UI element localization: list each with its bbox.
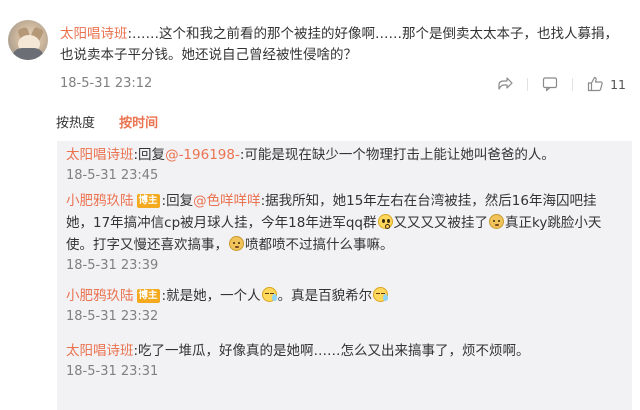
- username-link[interactable]: 太阳唱诗班: [60, 26, 128, 42]
- username-link[interactable]: 太阳唱诗班: [66, 147, 134, 163]
- avatar[interactable]: [8, 20, 48, 60]
- reply-item: 小肥鸦玖陆 博主:回复@色咩咩咩:据我所知，她15年左右在台湾被挂，然后16年海囚…: [66, 190, 621, 276]
- mention-link[interactable]: @-196198-: [165, 147, 240, 163]
- reply-text: 小肥鸦玖陆 博主:就是她，一个人 。真是百貌希尔: [66, 285, 621, 307]
- blogger-badge: 博主: [136, 289, 160, 303]
- username-link[interactable]: 小肥鸦玖陆: [66, 193, 134, 209]
- sort-by-hot[interactable]: 按热度: [56, 116, 95, 131]
- username-link[interactable]: 太阳唱诗班: [66, 343, 134, 359]
- comment-icon[interactable]: [539, 74, 561, 94]
- reply-word: :回复: [133, 147, 166, 163]
- reply-body: :可能是现在缺少一个物理打击上能让她叫爸爸的人。: [239, 147, 555, 163]
- doubt-emoji: [377, 214, 393, 229]
- main-comment: 太阳唱诗班:……这个和我之前看的那个被挂的好像啊……那个是倒卖太太本子，也找人募…: [8, 14, 632, 98]
- share-icon[interactable]: [494, 74, 516, 94]
- sort-by-time[interactable]: 按时间: [119, 116, 158, 131]
- reply-body: 又又又又被挂了: [393, 215, 489, 231]
- reply-body: 。真是百貌希尔: [277, 288, 373, 304]
- sort-tabs: 按热度 按时间: [56, 112, 178, 131]
- doge-emoji: [489, 214, 504, 229]
- timestamp: 18-5-31 23:12: [60, 76, 153, 91]
- timestamp: 18-5-31 23:39: [66, 258, 159, 273]
- blogger-badge: 博主: [136, 194, 160, 208]
- reply-text: 太阳唱诗班:吃了一堆瓜，好像真的是她啊……怎么又出来搞事了，烦不烦啊。: [66, 340, 621, 362]
- reply-list: 太阳唱诗班:回复@-196198-:可能是现在缺少一个物理打击上能让她叫爸爸的人…: [57, 141, 632, 410]
- reply-item: 太阳唱诗班:吃了一堆瓜，好像真的是她啊……怎么又出来搞事了，烦不烦啊。 18-5…: [66, 340, 621, 382]
- reply-text: 太阳唱诗班:回复@-196198-:可能是现在缺少一个物理打击上能让她叫爸爸的人…: [66, 144, 621, 166]
- mention-link[interactable]: @色咩咩咩: [193, 193, 261, 209]
- sleepy-emoji: [373, 287, 389, 302]
- doge-emoji: [229, 236, 244, 251]
- like-count: 11: [610, 76, 626, 92]
- reply-body: 喷都喷不过搞什么事嘛。: [245, 237, 394, 253]
- reply-item: 太阳唱诗班:回复@-196198-:可能是现在缺少一个物理打击上能让她叫爸爸的人…: [66, 144, 621, 186]
- reply-body: :就是她，一个人: [161, 288, 261, 304]
- comment-meta: 18-5-31 23:12 11: [60, 74, 630, 94]
- thumbs-up-icon[interactable]: [584, 74, 606, 94]
- comment-body: :……这个和我之前看的那个被挂的好像啊……那个是倒卖太太本子，也找人募捐，也说卖…: [60, 26, 619, 63]
- reply-item: 小肥鸦玖陆 博主:就是她，一个人 。真是百貌希尔 18-5-31 23:32: [66, 285, 621, 327]
- username-link[interactable]: 小肥鸦玖陆: [66, 288, 134, 304]
- timestamp: 18-5-31 23:32: [66, 309, 159, 324]
- reply-word: :回复: [161, 193, 194, 209]
- timestamp: 18-5-31 23:45: [66, 168, 159, 183]
- comment-actions: 11: [494, 74, 626, 94]
- timestamp: 18-5-31 23:31: [66, 364, 159, 379]
- main-comment-text: 太阳唱诗班:……这个和我之前看的那个被挂的好像啊……那个是倒卖太太本子，也找人募…: [60, 24, 630, 66]
- reply-text: 小肥鸦玖陆 博主:回复@色咩咩咩:据我所知，她15年左右在台湾被挂，然后16年海囚…: [66, 190, 621, 256]
- sleepy-emoji: [261, 287, 277, 302]
- reply-body: :吃了一堆瓜，好像真的是她啊……怎么又出来搞事了，烦不烦啊。: [133, 343, 530, 359]
